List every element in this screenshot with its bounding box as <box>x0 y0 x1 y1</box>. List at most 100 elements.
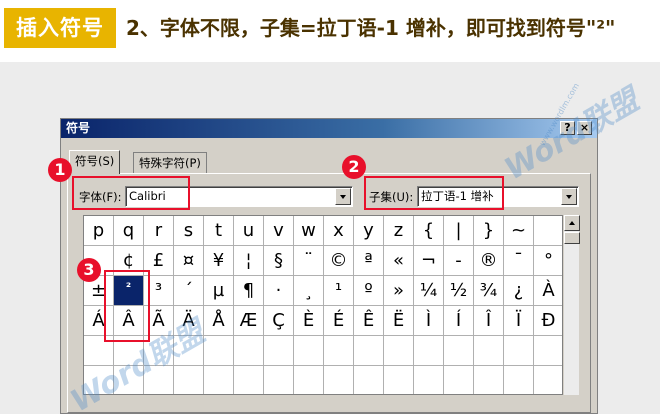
symbol-cell[interactable] <box>444 336 474 366</box>
symbol-cell[interactable]: Å <box>204 306 234 336</box>
symbol-cell[interactable] <box>414 366 444 394</box>
symbol-cell[interactable] <box>504 336 534 366</box>
symbol-cell[interactable]: © <box>324 246 354 276</box>
symbol-cell[interactable]: ¹ <box>324 276 354 306</box>
symbol-cell[interactable]: ¤ <box>174 246 204 276</box>
symbol-cell[interactable]: ¸ <box>294 276 324 306</box>
subset-select[interactable]: 拉丁语-1 增补 <box>417 186 579 207</box>
symbol-cell[interactable] <box>204 336 234 366</box>
symbol-cell[interactable]: È <box>294 306 324 336</box>
close-button[interactable]: × <box>577 121 592 135</box>
symbol-cell[interactable]: q <box>114 216 144 246</box>
help-button[interactable]: ? <box>560 121 575 135</box>
symbol-cell[interactable]: | <box>444 216 474 246</box>
symbol-cell[interactable]: « <box>384 246 414 276</box>
symbol-cell[interactable] <box>294 366 324 394</box>
symbol-cell[interactable]: x <box>324 216 354 246</box>
symbol-cell[interactable] <box>234 336 264 366</box>
symbol-cell[interactable] <box>414 336 444 366</box>
symbol-cell[interactable]: Î <box>474 306 504 336</box>
symbol-cell[interactable]: £ <box>144 246 174 276</box>
symbol-cell[interactable] <box>474 336 504 366</box>
symbol-cell[interactable] <box>204 366 234 394</box>
symbol-cell[interactable]: ¶ <box>234 276 264 306</box>
symbol-cell[interactable]: Í <box>444 306 474 336</box>
symbol-cell[interactable] <box>354 366 384 394</box>
symbol-cell[interactable] <box>324 366 354 394</box>
symbol-cell[interactable] <box>324 336 354 366</box>
symbol-cell[interactable]: ¼ <box>414 276 444 306</box>
symbol-cell[interactable] <box>354 336 384 366</box>
symbol-cell[interactable] <box>264 366 294 394</box>
symbol-cell[interactable]: ½ <box>444 276 474 306</box>
symbol-cell[interactable]: À <box>534 276 562 306</box>
symbol-cell[interactable] <box>534 216 562 246</box>
symbol-cell[interactable] <box>534 336 562 366</box>
symbol-cell[interactable]: u <box>234 216 264 246</box>
chevron-down-icon[interactable] <box>335 188 351 205</box>
symbol-cell[interactable]: · <box>264 276 294 306</box>
grid-scrollbar[interactable] <box>563 215 580 395</box>
scroll-up-arrow-icon[interactable] <box>564 215 580 231</box>
symbol-cell[interactable]: s <box>174 216 204 246</box>
tab-special-characters[interactable]: 特殊字符(P) <box>133 152 207 174</box>
symbol-cell[interactable]: Æ <box>234 306 264 336</box>
symbol-cell[interactable]: ® <box>474 246 504 276</box>
symbol-cell[interactable] <box>84 366 114 394</box>
symbol-cell[interactable]: t <box>204 216 234 246</box>
scroll-thumb[interactable] <box>564 232 580 244</box>
symbol-cell[interactable] <box>234 366 264 394</box>
symbol-cell[interactable]: ¢ <box>114 246 144 276</box>
symbol-cell[interactable]: z <box>384 216 414 246</box>
symbol-cell[interactable]: Á <box>84 306 114 336</box>
symbol-cell[interactable] <box>294 336 324 366</box>
symbol-cell[interactable]: Ç <box>264 306 294 336</box>
symbol-cell[interactable]: w <box>294 216 324 246</box>
symbol-cell[interactable]: Ì <box>414 306 444 336</box>
symbol-cell-selected[interactable]: ² <box>114 276 144 306</box>
symbol-cell[interactable] <box>174 366 204 394</box>
symbol-cell[interactable]: { <box>414 216 444 246</box>
symbol-cell[interactable] <box>114 336 144 366</box>
symbol-cell[interactable]: ¬ <box>414 246 444 276</box>
symbol-grid[interactable]: p q r s t u v w x y z{|} ~ ¢ £ ¤ ¥ ¦ § ¨ © ª «¬ - ® ¯ ° ± ² ³ ´ µ ¶ · ¸ ¹ º… <box>83 215 563 395</box>
symbol-cell[interactable]: ¿ <box>504 276 534 306</box>
symbol-cell[interactable]: Ä <box>174 306 204 336</box>
symbol-cell[interactable] <box>384 336 414 366</box>
symbol-cell[interactable]: ¦ <box>234 246 264 276</box>
symbol-cell[interactable]: Ã <box>144 306 174 336</box>
symbol-cell[interactable] <box>84 336 114 366</box>
symbol-cell[interactable]: » <box>384 276 414 306</box>
symbol-cell[interactable]: ¾ <box>474 276 504 306</box>
symbol-cell[interactable]: v <box>264 216 294 246</box>
symbol-cell[interactable]: Ð <box>534 306 562 336</box>
symbol-cell[interactable]: ° <box>534 246 562 276</box>
symbol-cell[interactable] <box>444 366 474 394</box>
symbol-cell[interactable]: Ë <box>384 306 414 336</box>
symbol-cell[interactable]: - <box>444 246 474 276</box>
symbol-cell[interactable]: ¥ <box>204 246 234 276</box>
symbol-cell[interactable]: µ <box>204 276 234 306</box>
symbol-cell[interactable]: ´ <box>174 276 204 306</box>
symbol-cell[interactable]: ¨ <box>294 246 324 276</box>
symbol-cell[interactable] <box>114 366 144 394</box>
symbol-cell[interactable]: § <box>264 246 294 276</box>
font-select[interactable]: Calibri <box>125 186 353 207</box>
symbol-cell[interactable] <box>264 336 294 366</box>
symbol-cell[interactable]: Ï <box>504 306 534 336</box>
symbol-cell[interactable]: } <box>474 216 504 246</box>
tab-symbols[interactable]: 符号(S) <box>69 150 121 174</box>
symbol-cell[interactable]: p <box>84 216 114 246</box>
symbol-cell[interactable]: º <box>354 276 384 306</box>
symbol-cell[interactable] <box>174 336 204 366</box>
symbol-cell[interactable]: É <box>324 306 354 336</box>
symbol-cell[interactable]: Â <box>114 306 144 336</box>
symbol-cell[interactable]: ³ <box>144 276 174 306</box>
symbol-cell[interactable]: Ê <box>354 306 384 336</box>
symbol-cell[interactable]: ª <box>354 246 384 276</box>
symbol-cell[interactable] <box>534 366 562 394</box>
symbol-cell[interactable]: y <box>354 216 384 246</box>
chevron-down-icon[interactable] <box>561 188 577 205</box>
symbol-cell[interactable] <box>504 366 534 394</box>
symbol-cell[interactable] <box>144 366 174 394</box>
